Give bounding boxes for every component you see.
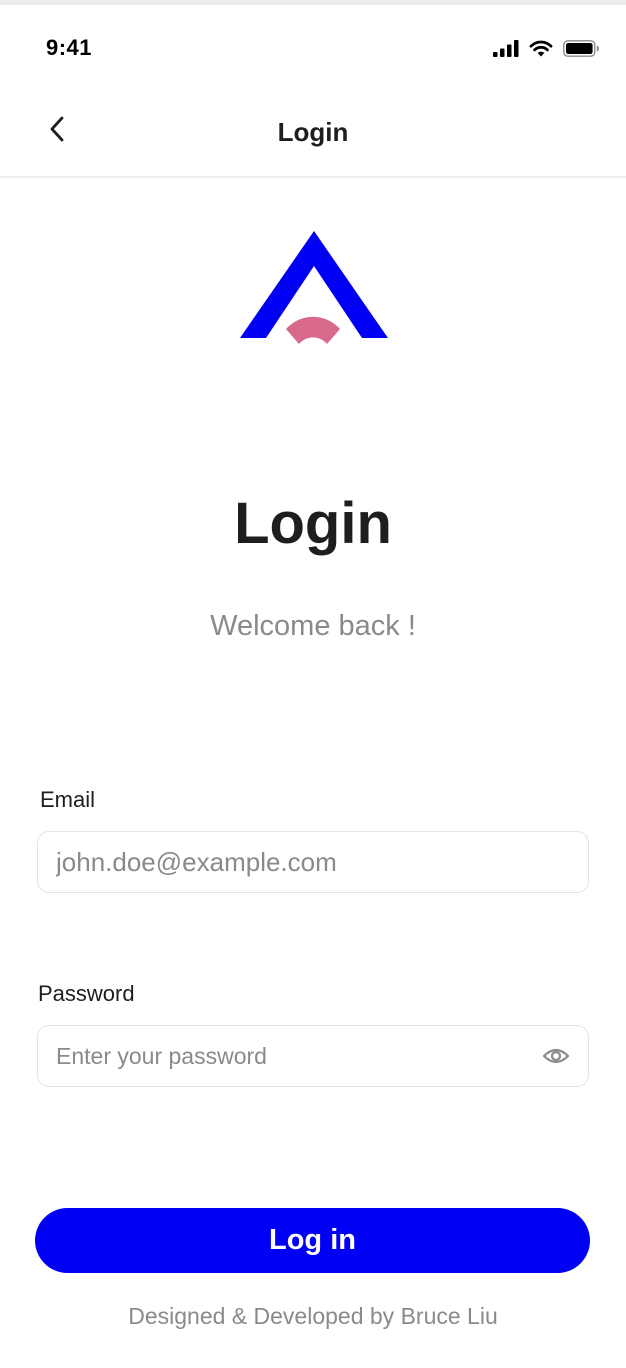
email-field-container [37, 831, 589, 893]
email-label: Email [40, 787, 96, 812]
password-label: Password [38, 981, 135, 1006]
password-input[interactable] [56, 1026, 526, 1086]
status-bar: 9:41 [0, 5, 626, 85]
app-logo [240, 231, 388, 344]
login-screen: 9:41 Login Login Welcome back ! Email jo… [0, 0, 626, 1368]
page-title: Login [234, 491, 392, 556]
eye-icon[interactable] [542, 1044, 570, 1068]
status-icons [493, 39, 600, 57]
password-field-container [37, 1025, 589, 1087]
email-input[interactable] [56, 832, 526, 892]
nav-bar: Login [0, 85, 626, 178]
wifi-icon [529, 40, 553, 57]
cellular-signal-icon [493, 40, 519, 57]
footer-credit: Designed & Developed by Bruce Liu [128, 1303, 498, 1329]
battery-icon [563, 40, 599, 57]
login-button[interactable]: Log in [35, 1208, 590, 1273]
welcome-subtitle: Welcome back ! [210, 610, 416, 642]
nav-title: Login [277, 117, 349, 147]
status-time: 9:41 [46, 35, 93, 60]
